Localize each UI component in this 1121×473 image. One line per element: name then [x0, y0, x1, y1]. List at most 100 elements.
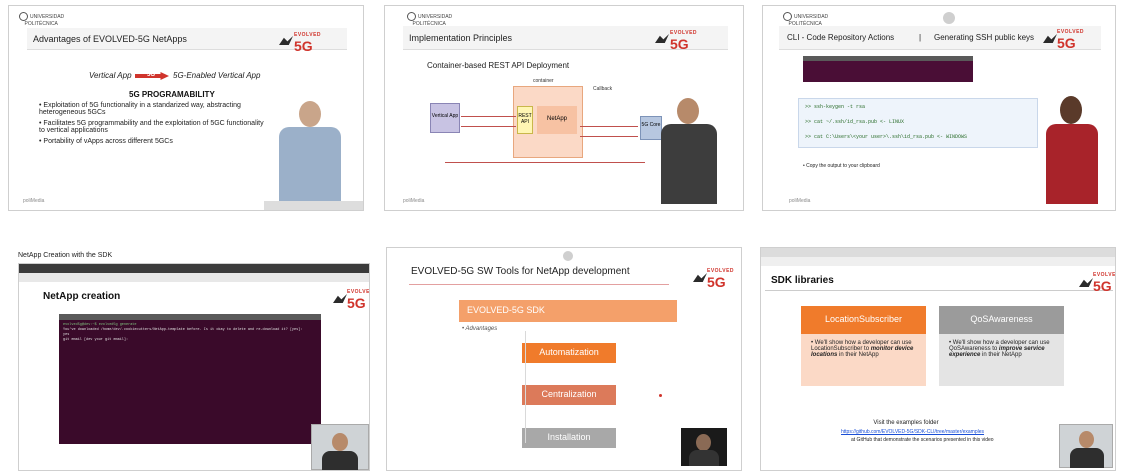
arrow-line: [461, 116, 516, 117]
terminal-titlebar: [59, 314, 321, 320]
presenter-head: [677, 98, 699, 124]
play-icon[interactable]: [563, 251, 573, 261]
bullet-text: Exploitation of 5G functionality in a st…: [39, 102, 241, 116]
presenter-head: [696, 434, 711, 451]
rest-api-box: REST API: [517, 106, 533, 134]
installation-box: Installation: [522, 428, 616, 448]
polimedia-logo: poliMedia: [23, 198, 45, 204]
automatization-box: Automatization: [522, 343, 616, 363]
evolved5g-logo: EVOLVED5G: [1093, 272, 1116, 294]
thumbnail-advantages[interactable]: UNIVERSIDAD POLITÉCNICA Advantages of EV…: [8, 5, 364, 211]
slide-heading: NetApp creation: [43, 291, 121, 302]
university-logo: UNIVERSIDAD POLITÉCNICA: [407, 12, 453, 27]
polimedia-logo: poliMedia: [403, 198, 425, 204]
presenter-head: [1079, 431, 1094, 448]
bullet-text: Facilitates 5G programmability and the e…: [39, 120, 264, 134]
examples-link[interactable]: https://github.com/EVOLVED-5G/SDK-CLI/tr…: [841, 429, 984, 435]
box-text: in their NetApp: [837, 352, 879, 358]
presenter-body: [1070, 448, 1104, 468]
evolved5g-wing-icon: [693, 273, 707, 282]
evolved5g-logo: EVOLVED5G: [294, 32, 322, 54]
terminal-titlebar: [803, 56, 973, 61]
presenter-body: [279, 127, 341, 207]
browser-address-bar: [19, 273, 369, 282]
thumbnail-implementation[interactable]: UNIVERSIDAD POLITÉCNICA Implementation P…: [384, 5, 744, 211]
flow-left-label: Vertical App: [89, 71, 132, 80]
thumbnail-cli-actions[interactable]: UNIVERSIDAD POLITÉCNICA CLI - Code Repos…: [762, 5, 1116, 211]
presenter-head: [332, 433, 348, 451]
box-text: in their NetApp: [980, 352, 1022, 358]
terminal-line: evolved5g@dev:~$ evolved5g generate: [63, 323, 137, 327]
title-underline: [409, 284, 669, 285]
webcam-overlay: [681, 428, 727, 466]
slide-title-2: Generating SSH public keys: [934, 33, 1035, 42]
location-subscriber-header: LocationSubscriber: [801, 306, 926, 334]
bullet-item: • Exploitation of 5G functionality in a …: [39, 102, 241, 116]
slide-title: Advantages of EVOLVED-5G NetApps: [33, 34, 187, 44]
browser-tab-bar: [19, 264, 369, 273]
evolved5g-logo: EVOLVED5G: [1057, 29, 1085, 51]
thumbnail-sdk-libraries[interactable]: SDK libraries EVOLVED5G LocationSubscrib…: [760, 247, 1116, 471]
arrow-line: [580, 136, 638, 137]
evolved5g-logo: EVOLVED5G: [707, 268, 735, 290]
terminal-window: evolved5g@dev:~$ evolved5g generate You'…: [59, 314, 321, 444]
location-subscriber-body: • We'll show how a developer can use Loc…: [801, 334, 926, 386]
thumbnail-netapp-creation[interactable]: NetApp creation EVOLVED5G evolved5g@dev:…: [18, 263, 370, 471]
command-line: >> cat C:\Users\<your user>\.ssh\id_rsa.…: [805, 134, 968, 140]
thumbnail-sw-tools[interactable]: EVOLVED-5G SW Tools for NetApp developme…: [386, 247, 742, 471]
architecture-diagram: container Vertical App REST API NetApp 5…: [425, 78, 680, 173]
evolved5g-logo: EVOLVED5G: [347, 289, 370, 311]
university-logo: UNIVERSIDAD POLITÉCNICA: [783, 12, 829, 27]
terminal-line: yes: [63, 333, 70, 337]
presenter-body: [689, 450, 719, 466]
centralization-box: Centralization: [522, 385, 616, 405]
title-separator: |: [919, 33, 922, 42]
slide-subtitle: Container-based REST API Deployment: [427, 61, 570, 70]
university-logo: UNIVERSIDAD POLITÉCNICA: [19, 12, 65, 27]
container-label: container: [533, 78, 554, 84]
connector-line: [525, 331, 526, 443]
slide-heading: SDK libraries: [771, 275, 834, 286]
vertical-app-box: Vertical App: [430, 103, 460, 133]
play-icon[interactable]: [943, 12, 955, 24]
box-title: QoSAwareness: [970, 314, 1033, 324]
command-box: >> ssh-keygen -t rsa >> cat ~/.ssh/id_rs…: [798, 98, 1038, 148]
sdk-label-box: EVOLVED-5G SDK: [459, 300, 677, 322]
terminal-line: git email [dev your git email]:: [63, 338, 129, 342]
qos-awareness-header: QoSAwareness: [939, 306, 1064, 334]
presenter-head: [1060, 96, 1082, 124]
terminal-line: You've downloaded /home/dev/.cookiecutte…: [63, 328, 303, 332]
bullet-list: • Exploitation of 5G functionality in a …: [39, 102, 269, 145]
desk: [264, 201, 363, 210]
arrow-line: [445, 162, 645, 163]
browser-address-bar: [761, 257, 1115, 266]
slide-title: Implementation Principles: [409, 33, 513, 43]
slide-title-bar: CLI - Code Repository Actions | Generati…: [779, 26, 1101, 50]
polimedia-logo: poliMedia: [789, 198, 811, 204]
bullet-text: Portability of vApps across different 5G…: [43, 138, 173, 145]
item-label: Automatization: [539, 347, 599, 357]
presenter-figure: [271, 101, 351, 210]
presenter-figure: [1038, 96, 1108, 208]
browser-tab-bar: [761, 248, 1115, 257]
slide-title: CLI - Code Repository Actions: [787, 33, 895, 42]
box-title: LocationSubscriber: [824, 314, 903, 324]
after-link-text: at GitHub that demonstrate the scenarios…: [851, 437, 994, 443]
presenter-figure: [655, 98, 725, 208]
bullet-item: • Copy the output to your clipboard: [803, 163, 880, 169]
flow-right-label: 5G-Enabled Vertical App: [173, 71, 261, 80]
advantages-label: Advantages: [465, 326, 498, 332]
item-label: Installation: [547, 432, 591, 442]
arrow-line: [580, 126, 638, 127]
presenter-head: [299, 101, 321, 127]
evolved5g-wing-icon: [333, 294, 347, 303]
evolved5g-logo: EVOLVED5G: [670, 30, 698, 52]
sdk-label: EVOLVED-5G SDK: [467, 305, 545, 315]
presenter-body: [661, 124, 717, 204]
presenter-body: [1046, 124, 1098, 204]
bullet-item: • Portability of vApps across different …: [39, 138, 173, 145]
flow-badge: 5G: [147, 72, 156, 78]
terminal-window: [803, 56, 973, 82]
command-line: >> cat ~/.ssh/id_rsa.pub <- LINUX: [805, 119, 905, 125]
title-underline: [765, 290, 1113, 291]
